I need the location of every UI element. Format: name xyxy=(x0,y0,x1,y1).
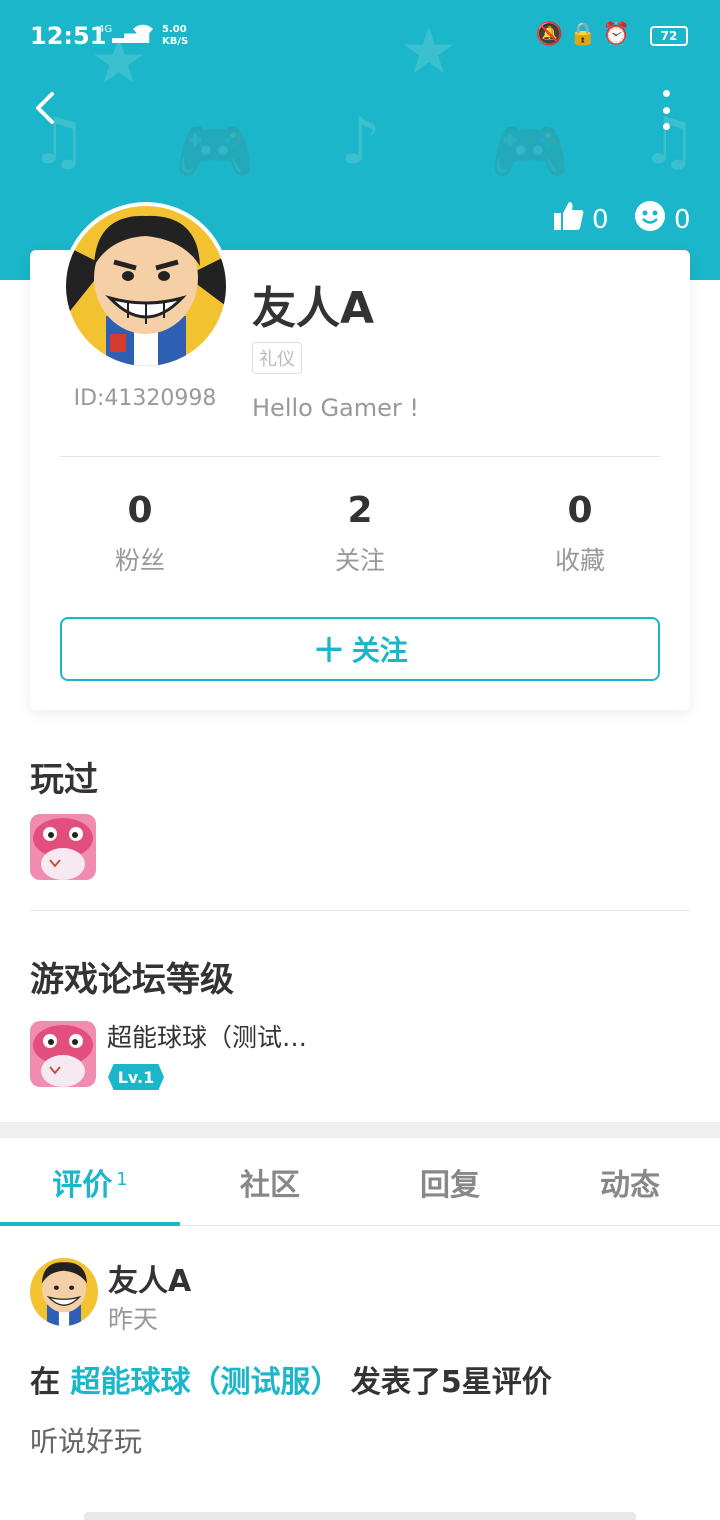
network-speed-value: 5.00 xyxy=(162,24,187,35)
section-separator xyxy=(0,1122,720,1138)
post-suffix: 发表了5星评价 xyxy=(350,1365,552,1400)
more-dot xyxy=(662,106,670,114)
status-icons: 🔕🔒⏰ xyxy=(536,22,636,47)
tab-reviews[interactable]: 评价 1 xyxy=(0,1138,180,1226)
game-art-image xyxy=(30,814,96,880)
tab-reviews-count: 1 xyxy=(116,1168,128,1190)
post-headline: 在 超能球球（测试服） 发表了5星评价 xyxy=(30,1357,552,1401)
status-bar: 12:51 4G▂▄▆ 5.00 KB/S 🔕🔒⏰ 72 xyxy=(0,0,720,72)
battery-indicator: 72 xyxy=(650,26,688,46)
user-id: ID:41320998 xyxy=(73,386,217,411)
more-dot xyxy=(662,90,670,97)
tab-replies-label: 回复 xyxy=(420,1168,480,1203)
smiles-count: 0 xyxy=(674,204,691,235)
thumbs-up-icon xyxy=(552,200,584,239)
level-badge: Lv.1 xyxy=(108,1064,164,1090)
favorites-count: 0 xyxy=(567,490,593,531)
follow-button-label: 关注 xyxy=(351,634,408,667)
card-divider xyxy=(60,456,660,457)
likes-count: 0 xyxy=(592,204,609,235)
favorites-label: 收藏 xyxy=(554,546,605,575)
content-tabs: 评价 1 社区 回复 动态 xyxy=(0,1138,720,1226)
following-count: 2 xyxy=(347,490,373,531)
tab-community[interactable]: 社区 xyxy=(180,1138,360,1226)
lock-rotation-icon: 🔒 xyxy=(569,22,603,47)
music-note-icon: ♪ xyxy=(340,105,381,179)
user-bio: Hello Gamer ! xyxy=(252,394,420,422)
post-author-avatar[interactable] xyxy=(30,1258,98,1326)
post-image-strip[interactable] xyxy=(84,1512,636,1520)
gamepad-icon: 🎮 xyxy=(490,115,570,189)
fans-stat[interactable]: 0 粉丝 xyxy=(60,490,220,577)
played-section-title: 玩过 xyxy=(30,760,98,800)
fans-label: 粉丝 xyxy=(114,546,165,575)
post-prefix: 在 xyxy=(30,1365,60,1400)
cartoon-avatar-image xyxy=(30,1258,98,1326)
network-speed-unit: KB/S xyxy=(162,36,189,47)
forum-game-name[interactable]: 超能球球（测试… xyxy=(107,1018,307,1054)
wifi-icon xyxy=(130,22,156,48)
tab-replies[interactable]: 回复 xyxy=(360,1138,540,1226)
back-button[interactable] xyxy=(28,88,68,128)
tab-reviews-label: 评价 xyxy=(52,1168,113,1203)
game-art-image xyxy=(30,1021,96,1087)
more-dot xyxy=(662,123,670,130)
tab-activity[interactable]: 动态 xyxy=(540,1138,720,1226)
cartoon-avatar-image xyxy=(66,206,226,366)
alarm-icon: ⏰ xyxy=(602,22,636,47)
more-options-button[interactable] xyxy=(656,90,676,130)
active-tab-indicator xyxy=(0,1222,180,1226)
section-divider xyxy=(30,910,690,911)
following-label: 关注 xyxy=(334,546,385,575)
plus-icon: + xyxy=(312,626,346,672)
status-time: 12:51 xyxy=(30,22,107,50)
chevron-left-icon xyxy=(36,92,54,124)
tab-activity-label: 动态 xyxy=(600,1168,660,1203)
user-name: 友人A xyxy=(252,283,375,334)
post-author-name[interactable]: 友人A xyxy=(108,1256,191,1300)
smiles-stat[interactable]: 0 xyxy=(634,200,691,239)
follow-button[interactable]: + 关注 xyxy=(60,617,660,681)
following-stat[interactable]: 2 关注 xyxy=(280,490,440,577)
tab-community-label: 社区 xyxy=(240,1168,300,1203)
post-time: 昨天 xyxy=(108,1305,159,1334)
forum-game-icon[interactable] xyxy=(30,1021,96,1087)
favorites-stat[interactable]: 0 收藏 xyxy=(500,490,660,577)
user-avatar[interactable] xyxy=(62,202,230,370)
likes-stat[interactable]: 0 xyxy=(552,200,609,239)
gamepad-icon: 🎮 xyxy=(175,115,255,189)
mute-bell-icon: 🔕 xyxy=(535,22,570,47)
network-speed: 5.00 KB/S xyxy=(162,24,188,48)
post-game-link[interactable]: 超能球球（测试服） xyxy=(70,1365,340,1400)
smiley-icon xyxy=(634,200,666,239)
user-tag-badge: 礼仪 xyxy=(252,342,302,374)
played-game-icon[interactable] xyxy=(30,814,96,880)
fans-count: 0 xyxy=(127,490,153,531)
forum-level-section-title: 游戏论坛等级 xyxy=(30,960,234,1000)
post-body-text: 听说好玩 xyxy=(30,1425,143,1458)
network-type: 4G xyxy=(98,24,113,35)
